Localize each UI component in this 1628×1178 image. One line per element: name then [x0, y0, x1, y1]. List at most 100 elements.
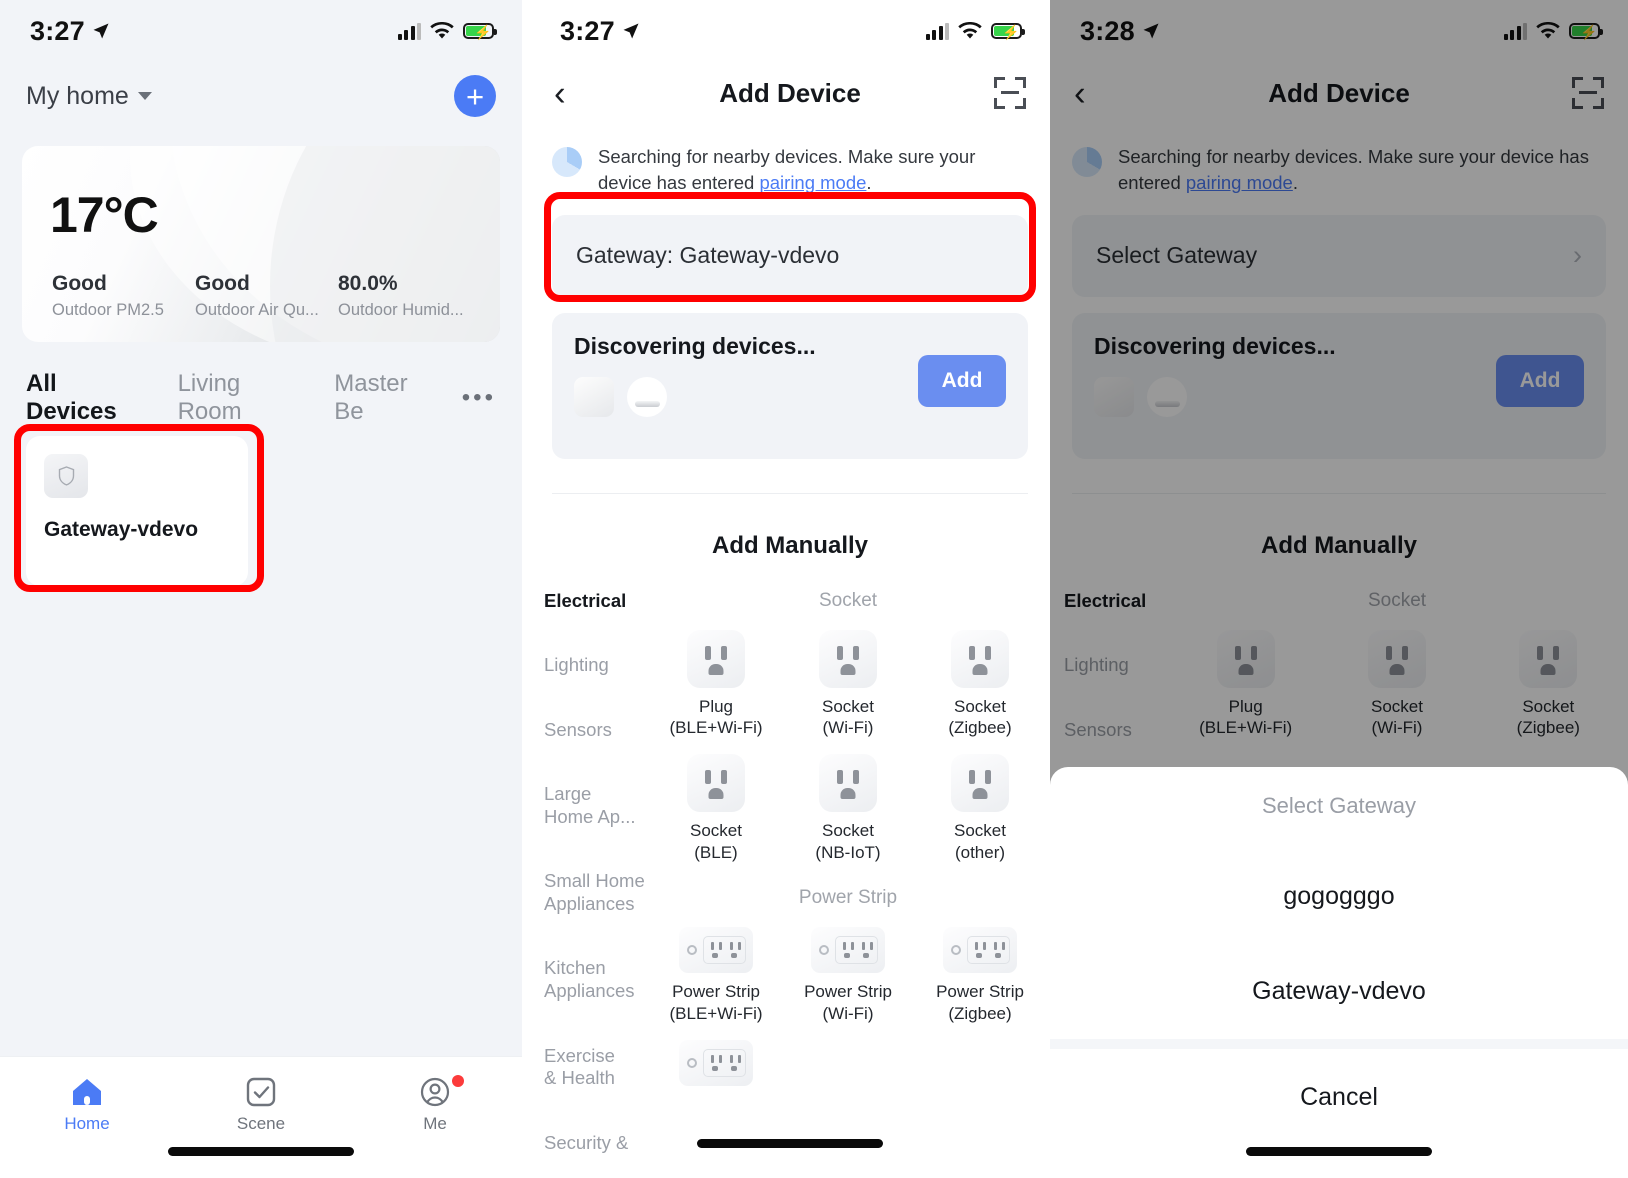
category-lighting[interactable]: Lighting: [544, 654, 650, 677]
plus-icon: +: [465, 78, 485, 114]
tab-scene-label: Scene: [236, 1114, 286, 1133]
status-time-group: 3:27: [560, 16, 640, 47]
add-manually-heading: Add Manually: [711, 531, 868, 559]
home-icon: [73, 1079, 101, 1105]
tab-home[interactable]: Home: [0, 1057, 174, 1178]
room-tabs: All Devices Living Room Master Be •••: [0, 342, 522, 426]
tab-me[interactable]: Me: [348, 1057, 522, 1178]
sheet-option-gogogggo[interactable]: gogogggo: [1050, 849, 1628, 944]
tab-scene[interactable]: Scene: [174, 1057, 348, 1178]
weather-card[interactable]: 17°C Good Outdoor PM2.5 Good Outdoor Air…: [22, 146, 500, 342]
shield-glyph: [58, 466, 74, 486]
tab-all-devices[interactable]: All Devices: [26, 370, 150, 426]
weather-stats: Good Outdoor PM2.5 Good Outdoor Air Qu..…: [52, 272, 490, 320]
sheet-separator: [1050, 1039, 1628, 1049]
product-item[interactable]: [650, 1039, 782, 1086]
status-time: 3:27: [30, 15, 85, 46]
category-exercise-health[interactable]: Exercise & Health: [544, 1045, 650, 1090]
weather-stat-value: Good: [52, 272, 107, 295]
add-button-label: Add: [941, 368, 983, 392]
scan-qr-icon[interactable]: [994, 77, 1026, 109]
status-time-group: 3:27: [30, 16, 110, 47]
cellular-signal-icon: [397, 22, 421, 40]
product-sub: (BLE): [694, 842, 738, 862]
product-sub: (Wi-Fi): [822, 717, 874, 737]
pairing-mode-link[interactable]: pairing mode: [759, 172, 866, 193]
product-label: Socket (BLE): [690, 820, 742, 863]
status-time: 3:27: [560, 15, 615, 46]
home-selector[interactable]: My home: [26, 82, 152, 111]
add-device-button[interactable]: +: [454, 75, 496, 117]
panel-select-gateway: 3:28 ⚡ ‹ Add Device Searching for nearby…: [1050, 0, 1628, 1178]
panel-gap: [522, 0, 530, 1178]
sheet-cancel-button[interactable]: Cancel: [1050, 1049, 1628, 1142]
product-item[interactable]: Socket (other): [914, 754, 1046, 863]
weather-temperature: 17°C: [50, 187, 159, 243]
product-item[interactable]: Socket (BLE): [650, 754, 782, 863]
home-header: My home +: [0, 62, 522, 124]
category-security[interactable]: Security &: [544, 1132, 650, 1155]
device-name: Gateway-vdevo: [44, 518, 199, 541]
weather-stat: Good Outdoor PM2.5: [52, 272, 195, 320]
searching-banner: Searching for nearby devices. Make sure …: [530, 124, 1050, 197]
category-electrical[interactable]: Electrical: [544, 590, 650, 613]
weather-stat-value: Good: [195, 272, 250, 295]
product-name: Socket: [690, 821, 742, 841]
tab-master-bedroom[interactable]: Master Be: [334, 370, 440, 426]
add-discovered-button[interactable]: Add: [918, 354, 1006, 407]
gateway-row-label: Gateway: Gateway-vdevo: [576, 242, 840, 269]
product-group-title-power-strip: Power Strip: [798, 887, 898, 909]
product-item[interactable]: Power Strip (BLE+Wi-Fi): [650, 927, 782, 1024]
product-label: Socket (other): [954, 820, 1006, 863]
bottom-tab-bar: Home Scene Me: [0, 1056, 522, 1178]
power-strip-icon: [679, 927, 753, 974]
category-kitchen-appliances[interactable]: Kitchen Appliances: [544, 957, 650, 1002]
product-name: Socket: [954, 696, 1006, 716]
status-bar: 3:27 ⚡: [0, 0, 522, 62]
loading-spinner-icon: [552, 147, 582, 177]
device-grid: Gateway-vdevo: [0, 436, 522, 586]
power-strip-icon: [679, 1039, 753, 1086]
battery-charging-icon: ⚡: [991, 23, 1025, 40]
weather-stat: 80.0% Outdoor Humid...: [338, 272, 481, 320]
device-thumb-icon: [574, 376, 614, 417]
status-bar: 3:27 ⚡: [530, 0, 1050, 62]
status-icons: ⚡: [925, 22, 1025, 40]
home-indicator: [168, 1147, 354, 1156]
category-small-home-appliances[interactable]: Small Home Appliances: [544, 870, 650, 915]
person-icon: [420, 1077, 450, 1107]
product-item[interactable]: Power Strip (Wi-Fi): [782, 927, 914, 1024]
wifi-icon: [430, 22, 454, 39]
weather-stat-value: 80.0%: [338, 272, 398, 295]
searching-text-after: .: [866, 172, 872, 194]
select-gateway-sheet: Select Gateway gogogggo Gateway-vdevo Ca…: [1050, 767, 1628, 1178]
socket-icon: [687, 629, 745, 688]
category-sensors[interactable]: Sensors: [544, 719, 650, 742]
sheet-option-gateway-vdevo[interactable]: Gateway-vdevo: [1050, 944, 1628, 1039]
device-card-gateway[interactable]: Gateway-vdevo: [26, 436, 248, 586]
gateway-row[interactable]: Gateway: Gateway-vdevo: [552, 214, 1028, 297]
gateway-shield-icon: [44, 454, 88, 498]
discovering-card: Discovering devices... Add: [552, 312, 1028, 459]
home-name-label: My home: [26, 81, 129, 110]
product-sub: (Zigbee): [948, 717, 1012, 737]
tabs-more-button[interactable]: •••: [462, 384, 496, 412]
product-grid-socket: Plug (BLE+Wi-Fi) Socket (Wi-Fi) Socket (Zig…: [650, 629, 1046, 864]
product-group-title-socket: Socket: [818, 589, 878, 611]
product-item[interactable]: Power Strip (Zigbee): [914, 927, 1046, 1024]
product-sub: (BLE+Wi-Fi): [669, 717, 763, 737]
product-item[interactable]: Socket (Wi-Fi): [782, 629, 914, 739]
product-label: Socket (NB-IoT): [815, 820, 880, 863]
socket-icon: [819, 629, 877, 688]
sheet-title: Select Gateway: [1261, 793, 1417, 818]
nav-bar: ‹ Add Device: [530, 62, 1050, 124]
tab-living-room[interactable]: Living Room: [178, 370, 307, 426]
weather-stat: Good Outdoor Air Qu...: [195, 272, 338, 320]
category-list: Electrical Lighting Sensors Large Home A…: [530, 590, 650, 1178]
product-label: Power Strip (BLE+Wi-Fi): [669, 981, 762, 1024]
category-large-home-appliances[interactable]: Large Home Ap...: [544, 783, 650, 828]
product-item[interactable]: Plug (BLE+Wi-Fi): [650, 629, 782, 739]
product-item[interactable]: Socket (Zigbee): [914, 629, 1046, 739]
product-item[interactable]: Socket (NB-IoT): [782, 754, 914, 863]
screenshot-stage: 3:27 ⚡ My home + 17°C Good Outdoor PM2.5…: [0, 0, 1628, 1178]
